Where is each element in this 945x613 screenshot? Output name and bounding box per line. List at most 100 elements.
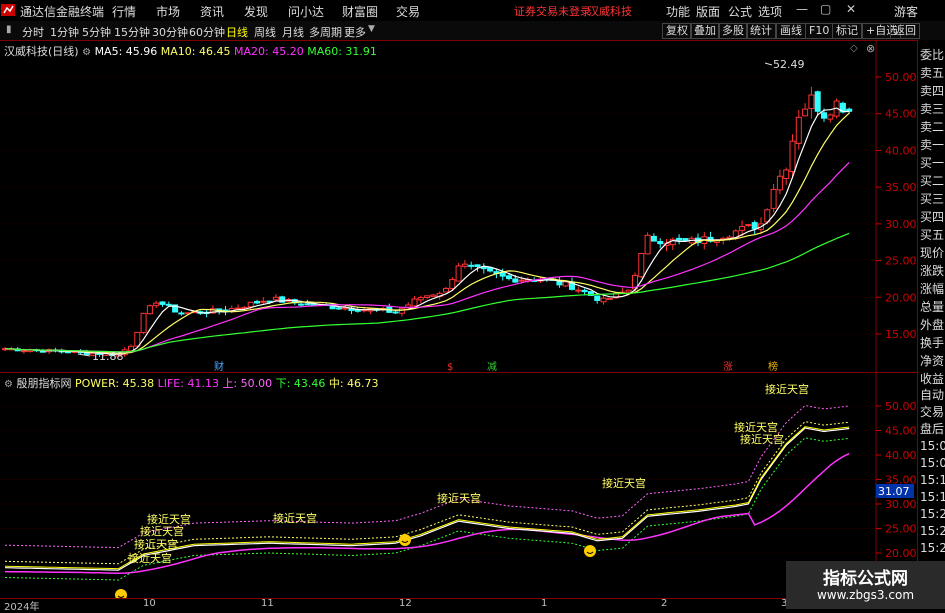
signal-label: 接近天宫 — [128, 551, 172, 565]
candle-body — [650, 235, 657, 242]
period-15min[interactable]: 15分钟 — [114, 24, 150, 40]
close-icon[interactable]: ✕ — [846, 2, 856, 16]
candle-body — [474, 264, 481, 267]
stats-button[interactable]: 统计 — [746, 23, 776, 39]
candle-body — [449, 279, 456, 289]
more-dropdown-icon[interactable]: ▼ — [368, 24, 375, 34]
minimize-icon[interactable]: — — [796, 2, 808, 16]
candle-body — [254, 300, 260, 304]
multi-stock-button[interactable]: 多股 — [718, 23, 748, 39]
rp-sell1: 卖一 — [920, 138, 945, 152]
mark-button[interactable]: 标记 — [832, 23, 862, 39]
menu-ask[interactable]: 问小达 — [288, 3, 324, 20]
period-more[interactable]: 更多 — [344, 24, 366, 40]
menu-layout[interactable]: 版面 — [696, 3, 720, 20]
candle-body — [606, 297, 613, 300]
ind-tick-label: 20.00 — [885, 547, 917, 560]
price-tick-label: 45.00 — [885, 108, 917, 121]
period-monthly[interactable]: 月线 — [282, 24, 304, 40]
f10-button[interactable]: F10 — [805, 23, 834, 39]
menu-market[interactable]: 市场 — [156, 3, 180, 20]
menu-function[interactable]: 功能 — [666, 3, 690, 20]
x-tick-2024: 2024年 — [4, 602, 40, 613]
candle-body — [512, 278, 519, 283]
signal-label: 接近天宫 — [134, 537, 178, 551]
rp-sell4: 卖四 — [920, 84, 945, 98]
candle-body — [518, 279, 525, 282]
candle-body — [417, 297, 424, 301]
candle-body — [600, 297, 607, 303]
event-marker: 减 — [487, 361, 497, 372]
watermark: 指标公式网 www.zbgs3.com — [786, 561, 945, 609]
x-axis: 2024年 10 11 12 1 2 3 — [0, 598, 917, 613]
rp-ratio: 委比 — [920, 48, 945, 62]
candle-body — [455, 265, 462, 282]
candle-body — [789, 140, 796, 173]
overlay-button[interactable]: 叠加 — [690, 23, 720, 39]
guest-user[interactable]: 游客 — [894, 3, 918, 20]
period-5min[interactable]: 5分钟 — [82, 24, 111, 40]
signal-label: 接近天宫 — [147, 512, 191, 526]
candle-body — [20, 350, 27, 353]
rp-buy1: 买一 — [920, 156, 945, 170]
period-1min[interactable]: 1分钟 — [50, 24, 79, 40]
ind-tick-label: 50.00 — [885, 400, 917, 413]
period-60min[interactable]: 60分钟 — [189, 24, 225, 40]
candlestick-chart[interactable]: 50.00 45.00 40.00 35.00 30.00 25.00 20.00 15.00… — [0, 40, 917, 372]
rp-sell5: 卖五 — [920, 66, 945, 80]
smiley-icon — [399, 534, 411, 546]
candle-body — [676, 237, 683, 241]
candle-body — [298, 303, 305, 306]
adjust-button[interactable]: 复权 — [662, 23, 692, 39]
period-multi[interactable]: 多周期 — [309, 24, 342, 40]
ind-tick-label: 45.00 — [885, 425, 917, 438]
candle-body — [581, 289, 588, 293]
rp-auto[interactable]: 自动 — [920, 387, 944, 403]
menu-news[interactable]: 资讯 — [200, 3, 224, 20]
price-tick-label: 25.00 — [885, 255, 917, 268]
back-button[interactable]: 返回 — [890, 23, 920, 39]
candle-body — [575, 289, 582, 292]
candle-body — [424, 295, 431, 298]
restore-icon[interactable]: ▢ — [820, 2, 831, 16]
period-30min[interactable]: 30分钟 — [152, 24, 188, 40]
period-intraday[interactable]: 分时 — [22, 24, 44, 40]
candle-body — [625, 289, 632, 293]
candle-body — [178, 312, 185, 315]
rp-trade[interactable]: 交易 — [920, 404, 944, 420]
menu-trade[interactable]: 交易 — [396, 3, 420, 20]
indicator-chart[interactable]: 50.0045.0040.0035.0030.0025.0020.0031.07… — [0, 373, 917, 598]
period-daily[interactable]: 日线 — [226, 24, 248, 40]
rp-net-assets: 净资 — [920, 354, 945, 368]
price-tick-label: 40.00 — [885, 144, 917, 157]
menu-formula[interactable]: 公式 — [728, 3, 752, 20]
menu-options[interactable]: 选项 — [758, 3, 782, 20]
candle-body — [562, 281, 569, 287]
candle-body — [827, 114, 834, 120]
app-logo-icon — [1, 4, 15, 16]
event-marker: 财 — [214, 360, 224, 372]
event-marker: 涨 — [723, 361, 733, 372]
draw-line-button[interactable]: 画线 — [776, 23, 806, 39]
event-marker: $ — [447, 362, 453, 372]
watermark-url: www.zbgs3.com — [816, 588, 915, 602]
candle-body — [808, 94, 815, 110]
period-weekly[interactable]: 周线 — [254, 24, 276, 40]
rp-time-7: 15:2 — [920, 541, 945, 555]
rp-change-pct: 涨幅 — [920, 282, 945, 296]
signal-label: 接近天宫 — [740, 432, 784, 446]
menu-discover[interactable]: 发现 — [244, 3, 268, 20]
candle-body — [795, 116, 802, 144]
rp-time-1: 15:00 — [920, 439, 945, 453]
candle-body — [770, 188, 777, 209]
candle-body — [443, 287, 449, 293]
x-tick-11: 11 — [261, 598, 274, 609]
rp-time-2: 15:0 — [920, 456, 945, 470]
rp-outer: 外盘 — [920, 318, 945, 332]
ind-tick-label: 30.00 — [885, 498, 917, 511]
login-status[interactable]: 证券交易未登录 — [514, 3, 591, 19]
price-tick-label: 35.00 — [885, 181, 917, 194]
menu-quotes[interactable]: 行情 — [112, 3, 136, 20]
candle-body — [487, 267, 494, 272]
menu-wealth[interactable]: 财富圈 — [342, 3, 378, 20]
